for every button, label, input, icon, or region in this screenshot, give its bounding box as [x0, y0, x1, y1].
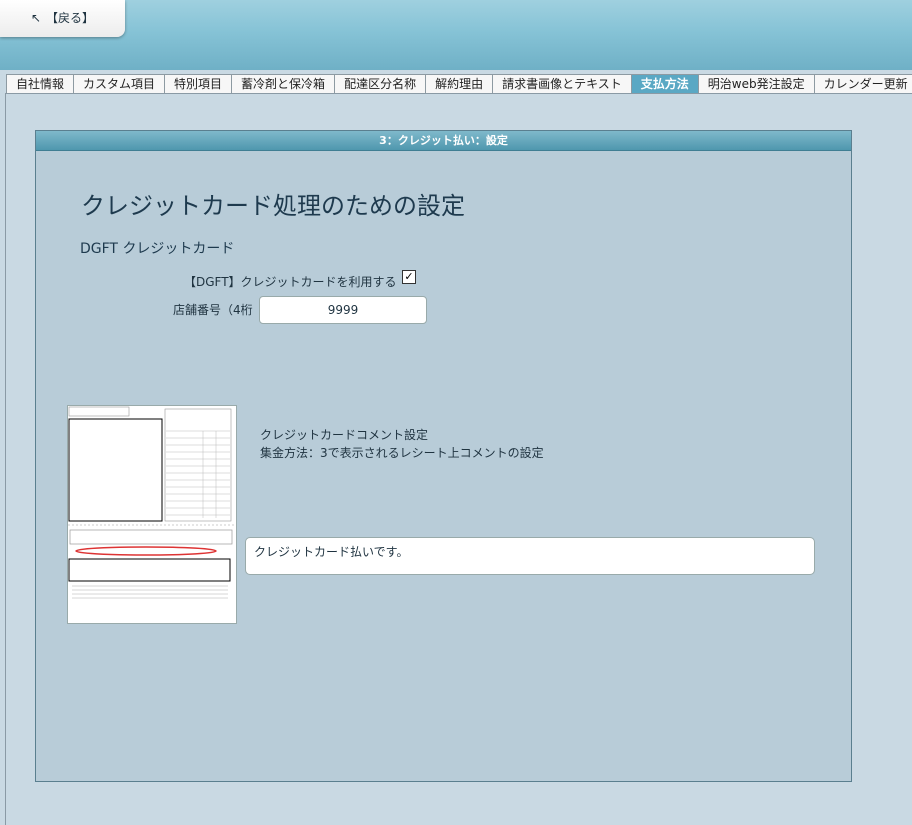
use-credit-card-label: 【DGFT】クレジットカードを利用する	[184, 275, 397, 289]
comment-setting-description: 集金方法：3で表示されるレシート上コメントの設定	[260, 446, 544, 460]
tab-payment-method[interactable]: 支払方法	[630, 74, 698, 94]
tab-calendar-update[interactable]: カレンダー更新	[813, 74, 912, 94]
back-button[interactable]: ↖ 【戻る】	[0, 0, 125, 37]
top-bar	[0, 0, 912, 70]
tab-delivery-category[interactable]: 配達区分名称	[334, 74, 426, 94]
use-credit-card-checkbox[interactable]: ✓	[402, 270, 416, 284]
tab-custom-items[interactable]: カスタム項目	[73, 74, 165, 94]
receipt-illustration	[68, 406, 236, 623]
panel-header: 3：クレジット払い：設定	[36, 131, 851, 151]
tab-cold-storage[interactable]: 蓄冷剤と保冷箱	[231, 74, 335, 94]
back-arrow-icon: ↖	[31, 11, 42, 25]
shop-number-label: 店舗番号（4桁	[173, 303, 253, 317]
tab-meiji-web[interactable]: 明治web発注設定	[697, 74, 814, 94]
tab-cancel-reason[interactable]: 解約理由	[425, 74, 493, 94]
back-button-label: 【戻る】	[46, 11, 95, 25]
tab-bar: 自社情報 カスタム項目 特別項目 蓄冷剤と保冷箱 配達区分名称 解約理由 請求書…	[6, 74, 912, 94]
section-title: DGFT クレジットカード	[80, 241, 235, 257]
tab-company-info[interactable]: 自社情報	[6, 74, 74, 94]
credit-card-comment-input[interactable]: クレジットカード払いです。	[245, 537, 815, 575]
tab-invoice-image[interactable]: 請求書画像とテキスト	[492, 74, 631, 94]
comment-setting-title: クレジットカードコメント設定	[260, 428, 429, 442]
shop-number-input[interactable]: 9999	[259, 296, 427, 324]
tab-special-items[interactable]: 特別項目	[164, 74, 232, 94]
page-title: クレジットカード処理のための設定	[81, 192, 465, 220]
receipt-preview-image	[67, 405, 237, 624]
settings-panel: 3：クレジット払い：設定 クレジットカード処理のための設定 DGFT クレジット…	[35, 130, 852, 782]
